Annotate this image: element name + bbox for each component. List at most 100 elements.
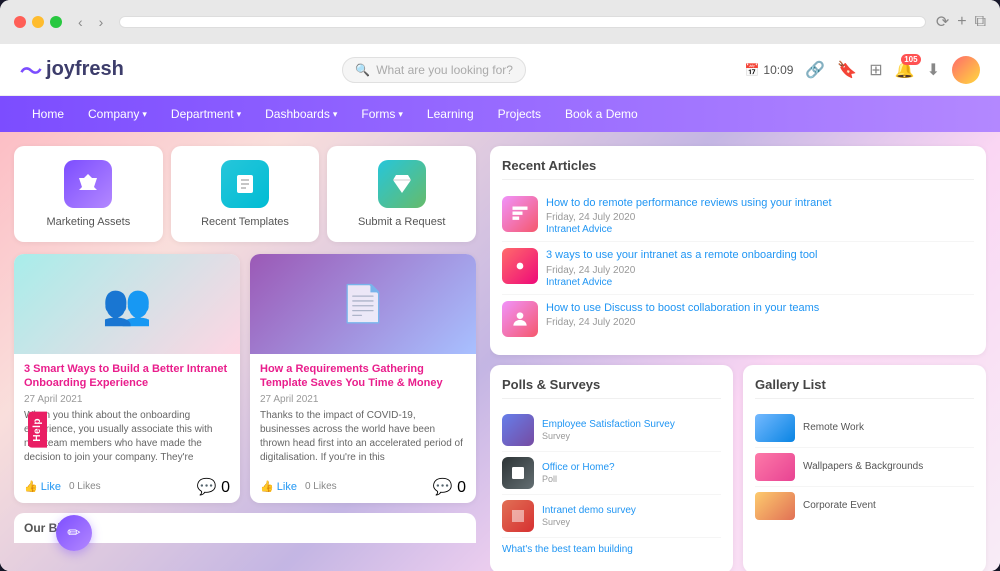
help-button[interactable]: Help — [28, 412, 47, 448]
forward-button[interactable]: › — [93, 10, 110, 34]
browser-nav-buttons: ‹ › — [72, 10, 109, 34]
header-actions: 📅 10:09 🔗 🔖 ⊞ 🔔 105 ⬇ — [744, 56, 980, 84]
gallery-thumb-3 — [755, 492, 795, 520]
blog-excerpt-1: When you think about the onboarding expe… — [24, 409, 230, 465]
logo-icon: 〜 — [20, 54, 42, 86]
quick-link-request[interactable]: Submit a Request — [327, 146, 476, 242]
poll-type-3: Survey — [542, 517, 636, 527]
blog-footer-1: 👍 Like 0 Likes 💬 0 — [14, 473, 240, 503]
comment-count-1: 💬 0 — [197, 477, 230, 497]
recent-articles-widget: Recent Articles How to do remote perform… — [490, 146, 986, 355]
poll-title-3[interactable]: Intranet demo survey — [542, 504, 636, 517]
blog-card-1: 👥 3 Smart Ways to Build a Better Intrane… — [14, 254, 240, 503]
minimize-dot[interactable] — [32, 16, 44, 28]
close-dot[interactable] — [14, 16, 26, 28]
nav-home-label: Home — [32, 107, 64, 121]
search-placeholder: What are you looking for? — [376, 63, 513, 77]
blog-likes-1: 👍 Like 0 Likes — [24, 480, 101, 493]
logo-text: joyfresh — [46, 58, 124, 81]
blog-content-2: How a Requirements Gathering Template Sa… — [250, 354, 476, 473]
poll-thumb-3 — [502, 500, 534, 532]
blog-card-2: 📄 How a Requirements Gathering Template … — [250, 254, 476, 503]
nav-projects[interactable]: Projects — [486, 96, 553, 132]
user-avatar[interactable] — [952, 56, 980, 84]
search-bar[interactable]: 🔍 What are you looking for? — [342, 57, 526, 83]
nav-company-label: Company — [88, 107, 139, 121]
download-icon[interactable]: ⬇ — [927, 60, 940, 80]
poll-title-4[interactable]: What's the best team building — [502, 543, 633, 556]
new-tab-button[interactable]: + — [957, 12, 966, 32]
gallery-label-2[interactable]: Wallpapers & Backgrounds — [803, 461, 923, 472]
window-button[interactable]: ⧉ — [975, 12, 986, 32]
article-info-1: How to do remote performance reviews usi… — [546, 196, 974, 235]
back-button[interactable]: ‹ — [72, 10, 89, 34]
blog-content-1: 3 Smart Ways to Build a Better Intranet … — [14, 354, 240, 473]
blog-title-2[interactable]: How a Requirements Gathering Template Sa… — [260, 362, 466, 391]
browser-window: ‹ › ⟳ + ⧉ 〜 joyfresh 🔍 What are you look… — [0, 0, 1000, 571]
gallery-label-1[interactable]: Remote Work — [803, 422, 864, 433]
blog-footer-2: 👍 Like 0 Likes 💬 0 — [250, 473, 476, 503]
poll-info-2: Office or Home? Poll — [542, 461, 615, 484]
blog-excerpt-2: Thanks to the impact of COVID-19, busine… — [260, 409, 466, 465]
quick-link-marketing[interactable]: Marketing Assets — [14, 146, 163, 242]
url-bar[interactable] — [119, 16, 925, 28]
article-category-2[interactable]: Intranet Advice — [546, 277, 974, 288]
bookmark-icon[interactable]: 🔖 — [837, 60, 857, 80]
gallery-item-2: Wallpapers & Backgrounds — [755, 448, 974, 487]
quick-link-templates[interactable]: Recent Templates — [171, 146, 320, 242]
poll-title-2[interactable]: Office or Home? — [542, 461, 615, 474]
grid-icon[interactable]: ⊞ — [869, 60, 882, 80]
link-icon[interactable]: 🔗 — [805, 60, 825, 80]
nav-department[interactable]: Department ▾ — [159, 96, 253, 132]
gallery-thumb-2 — [755, 453, 795, 481]
dashboards-chevron-icon: ▾ — [333, 109, 338, 120]
like-count-2: 0 Likes — [305, 481, 337, 492]
help-sidebar-tab[interactable]: Help — [28, 412, 47, 448]
article-title-2[interactable]: 3 ways to use your intranet as a remote … — [546, 248, 974, 262]
article-title-3[interactable]: How to use Discuss to boost collaboratio… — [546, 301, 974, 315]
fab-button[interactable]: ✏ — [56, 515, 92, 551]
templates-label: Recent Templates — [201, 216, 289, 228]
poll-item-3: Intranet demo survey Survey — [502, 495, 721, 538]
nav-forms-label: Forms — [361, 107, 395, 121]
nav-dashboards[interactable]: Dashboards ▾ — [253, 96, 349, 132]
nav-company[interactable]: Company ▾ — [76, 96, 159, 132]
gallery-label-3[interactable]: Corporate Event — [803, 500, 876, 511]
reload-button[interactable]: ⟳ — [936, 12, 949, 32]
nav-learning[interactable]: Learning — [415, 96, 486, 132]
logo[interactable]: 〜 joyfresh — [20, 54, 124, 86]
gallery-thumb-1 — [755, 414, 795, 442]
article-title-1[interactable]: How to do remote performance reviews usi… — [546, 196, 974, 210]
gallery-item-1: Remote Work — [755, 409, 974, 448]
bottom-widgets-row: Polls & Surveys Employee Satisfaction Su… — [490, 365, 986, 571]
blog-title-1[interactable]: 3 Smart Ways to Build a Better Intranet … — [24, 362, 230, 391]
nav-dashboards-label: Dashboards — [265, 107, 330, 121]
department-chevron-icon: ▾ — [237, 109, 242, 120]
nav-book-demo[interactable]: Book a Demo — [553, 96, 650, 132]
calendar-icon: 📅 — [744, 63, 759, 77]
quick-links: Marketing Assets Recent Templates Submit… — [14, 146, 476, 242]
nav-learning-label: Learning — [427, 107, 474, 121]
comment-count-2: 💬 0 — [433, 477, 466, 497]
poll-thumb-1 — [502, 414, 534, 446]
gallery-title: Gallery List — [755, 377, 974, 399]
blog-date-1: 27 April 2021 — [24, 394, 230, 405]
nav-forms[interactable]: Forms ▾ — [349, 96, 415, 132]
header-time: 📅 10:09 — [744, 63, 793, 77]
article-category-1[interactable]: Intranet Advice — [546, 224, 974, 235]
notification-bell[interactable]: 🔔 105 — [895, 60, 915, 80]
blog-thumb-2: 📄 — [250, 254, 476, 354]
like-icon-1[interactable]: 👍 Like — [24, 480, 61, 493]
window-controls — [14, 16, 62, 28]
maximize-dot[interactable] — [50, 16, 62, 28]
templates-icon — [221, 160, 269, 208]
poll-title-1[interactable]: Employee Satisfaction Survey — [542, 418, 675, 431]
like-icon-2[interactable]: 👍 Like — [260, 480, 297, 493]
poll-type-2: Poll — [542, 474, 615, 484]
browser-action-buttons: ⟳ + ⧉ — [936, 12, 986, 32]
recent-articles-title: Recent Articles — [502, 158, 974, 180]
search-icon: 🔍 — [355, 63, 370, 77]
nav-home[interactable]: Home — [20, 96, 76, 132]
poll-info-1: Employee Satisfaction Survey Survey — [542, 418, 675, 441]
gallery-widget: Gallery List Remote Work Wallpapers & Ba… — [743, 365, 986, 571]
